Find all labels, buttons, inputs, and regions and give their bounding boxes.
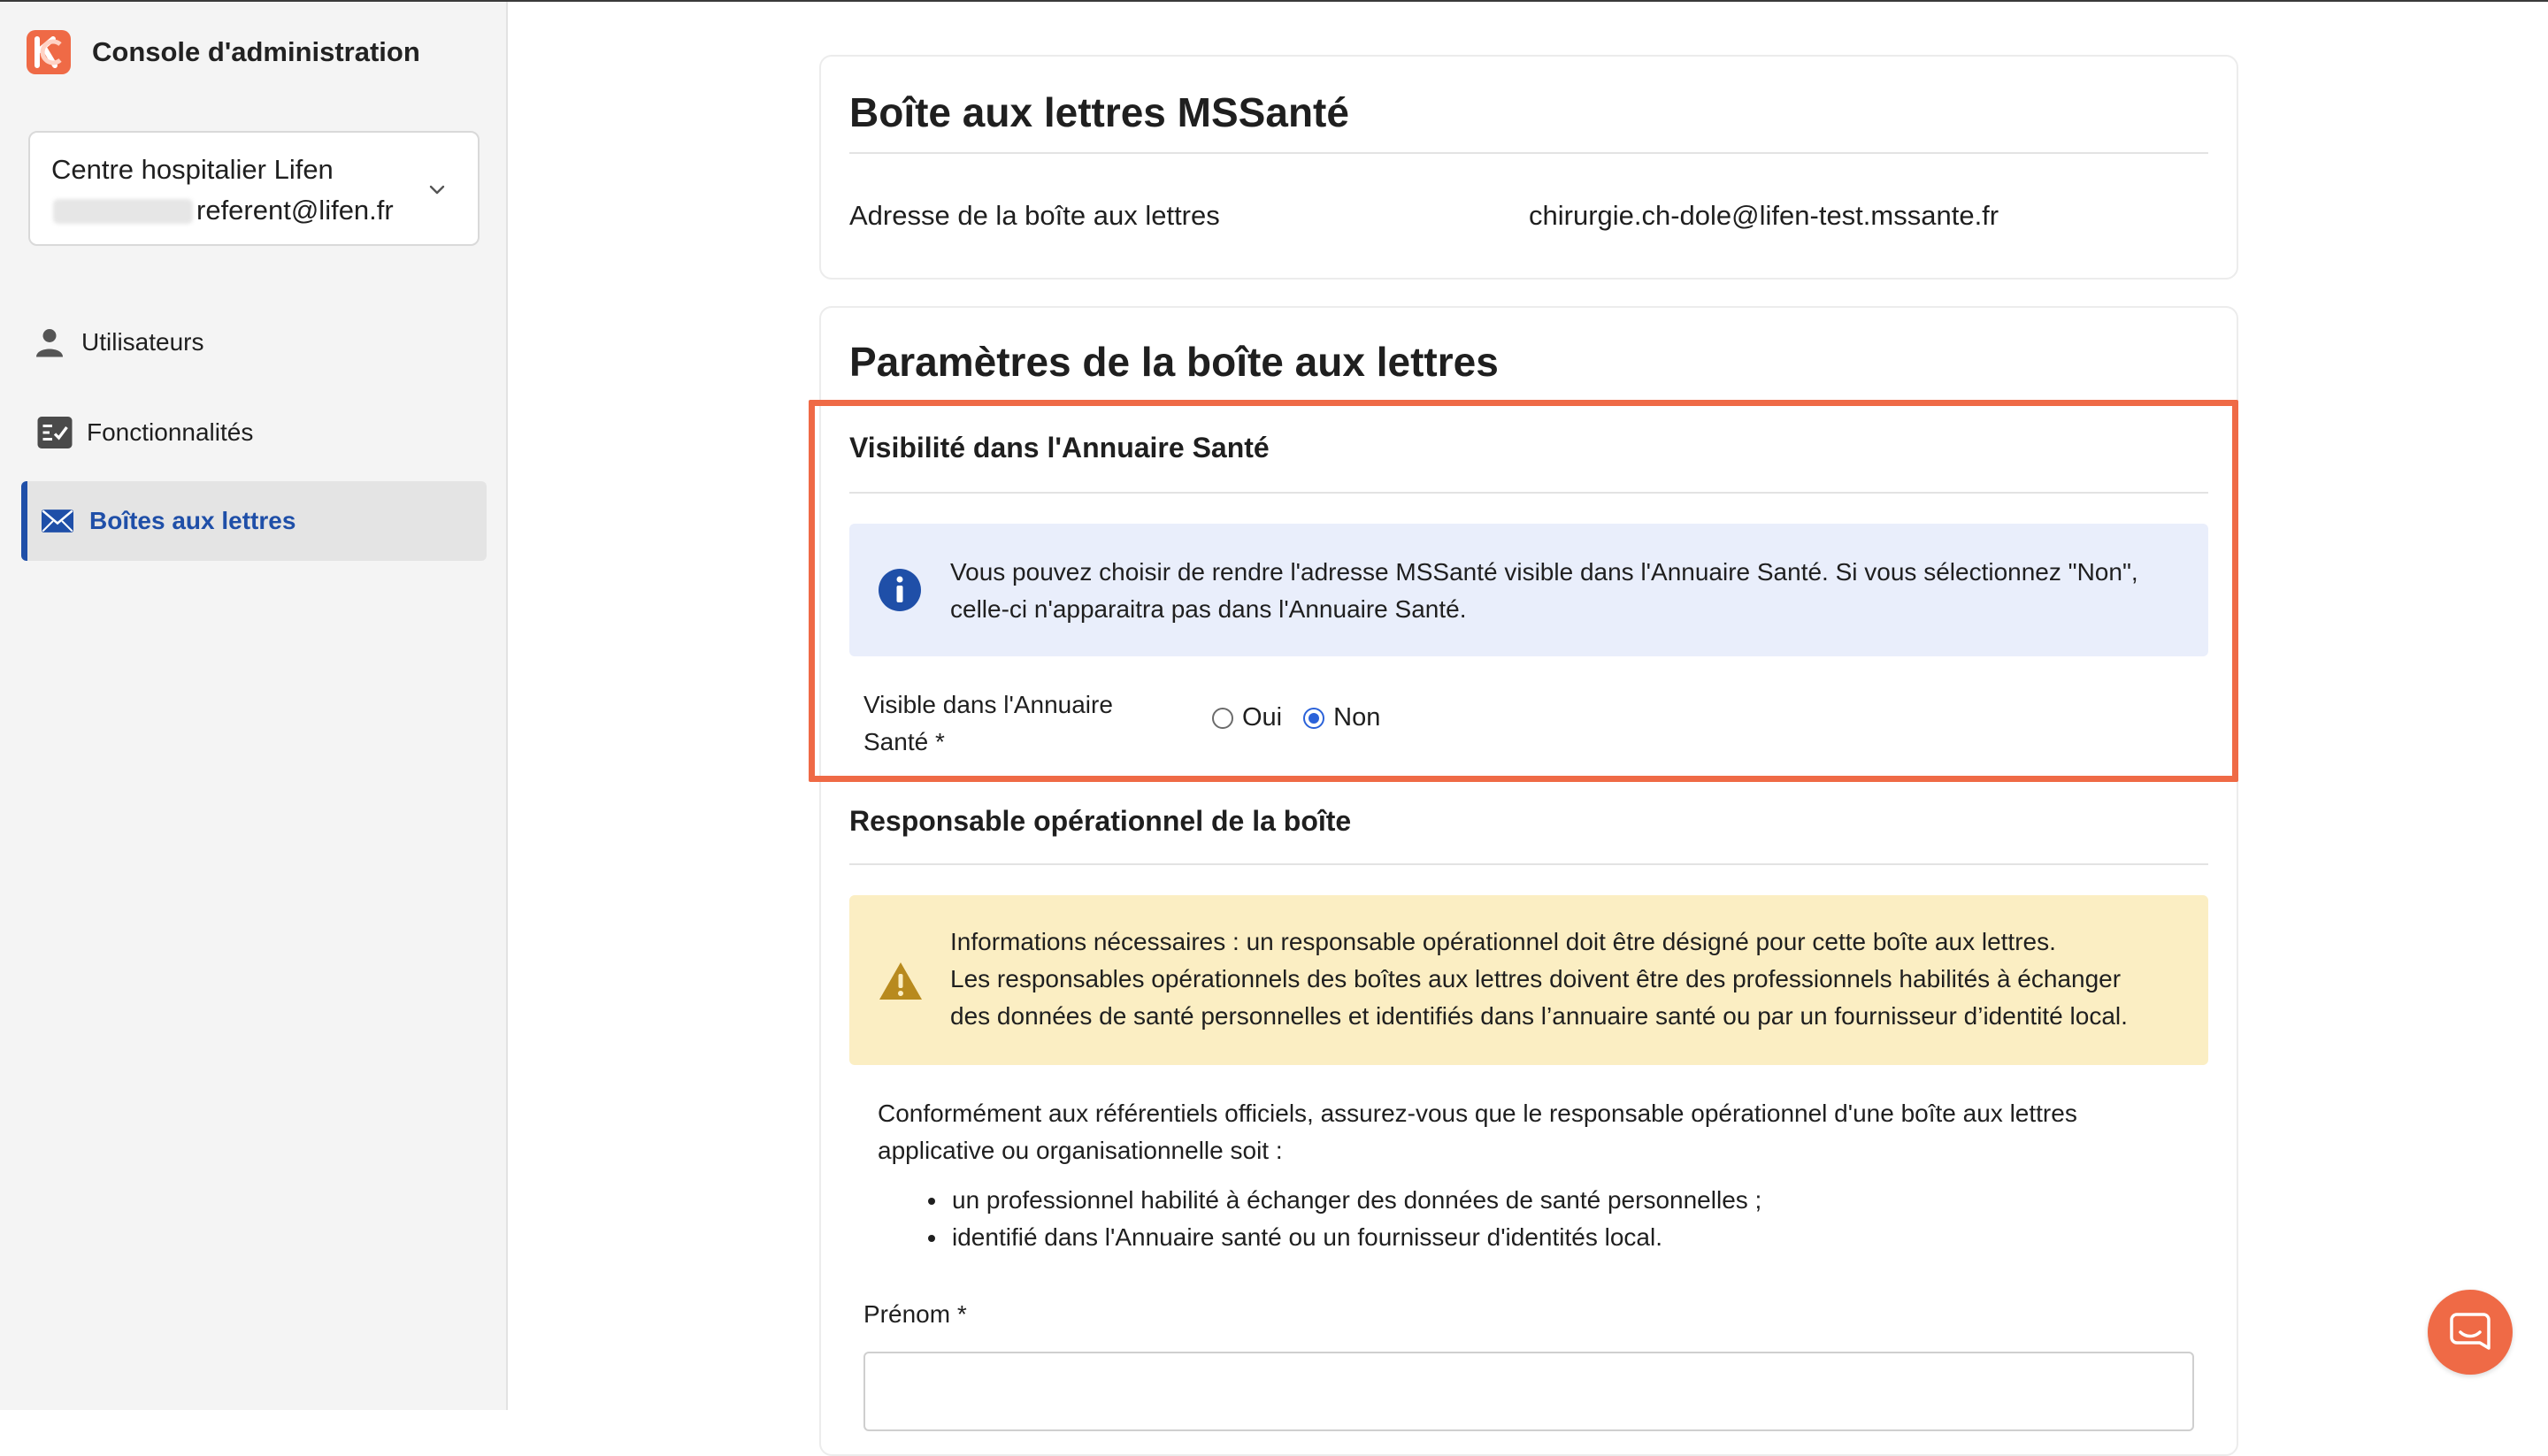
- responsible-guidance-line: applicative ou organisationnelle soit :: [878, 1137, 1283, 1164]
- mailbox-address-value: chirurgie.ch-dole@lifen-test.mssante.fr: [1529, 200, 1999, 231]
- responsible-guidance-text: Conformément aux référentiels officiels,…: [878, 1095, 2077, 1169]
- user-email: referent@lifen.fr: [196, 195, 394, 226]
- organization-name: Centre hospitalier Lifen: [51, 154, 334, 185]
- user-icon: [32, 325, 67, 360]
- blurred-user-name: [53, 199, 193, 224]
- sidebar-item-label: Boîtes aux lettres: [89, 507, 296, 534]
- responsible-warning-line: Informations nécessaires : un responsabl…: [950, 928, 2056, 955]
- parameters-card-title: Paramètres de la boîte aux lettres: [849, 339, 1499, 385]
- divider: [849, 152, 2208, 154]
- sidebar: Console d'administration Centre hospital…: [0, 2, 508, 1410]
- checklist-icon: [37, 415, 73, 450]
- divider: [849, 863, 2208, 865]
- app-title: Console d'administration: [92, 36, 420, 67]
- visibility-highlight-frame: [809, 400, 2238, 782]
- sidebar-item-label: Utilisateurs: [81, 328, 204, 356]
- responsible-requirements-list: un professionnel habilité à échanger des…: [927, 1182, 1761, 1256]
- mailbox-card-title: Boîte aux lettres MSSanté: [849, 89, 1349, 135]
- mailbox-card: Boîte aux lettres MSSanté Adresse de la …: [819, 55, 2238, 280]
- firstname-input[interactable]: [863, 1352, 2194, 1431]
- organization-selector[interactable]: Centre hospitalier Lifen referent@lifen.…: [28, 131, 480, 246]
- chat-icon: [2450, 1313, 2490, 1350]
- chevron-down-icon: [429, 185, 445, 195]
- list-item: identifié dans l'Annuaire santé ou un fo…: [948, 1219, 1761, 1256]
- sidebar-item-boites-aux-lettres[interactable]: Boîtes aux lettres: [21, 481, 487, 561]
- responsible-section-title: Responsable opérationnel de la boîte: [849, 805, 1352, 837]
- chat-support-button[interactable]: [2428, 1290, 2513, 1375]
- sidebar-item-fonctionnalites[interactable]: Fonctionnalités: [21, 393, 487, 472]
- sidebar-item-utilisateurs[interactable]: Utilisateurs: [21, 303, 487, 382]
- mail-icon: [40, 503, 75, 539]
- list-item: un professionnel habilité à échanger des…: [948, 1182, 1761, 1219]
- firstname-label: Prénom *: [863, 1300, 967, 1328]
- warning-icon: [879, 962, 922, 1000]
- brand: Console d'administration: [27, 30, 420, 74]
- responsible-warning-alert: Informations nécessaires : un responsabl…: [849, 895, 2208, 1065]
- sidebar-item-label: Fonctionnalités: [87, 418, 254, 446]
- lifen-logo-icon: [27, 30, 71, 74]
- responsible-guidance-line: Conformément aux référentiels officiels,…: [878, 1100, 2077, 1127]
- responsible-warning-line: des données de santé personnelles et ide…: [950, 1002, 2128, 1030]
- mailbox-address-label: Adresse de la boîte aux lettres: [849, 200, 1220, 231]
- responsible-warning-line: Les responsables opérationnels des boîte…: [950, 965, 2122, 992]
